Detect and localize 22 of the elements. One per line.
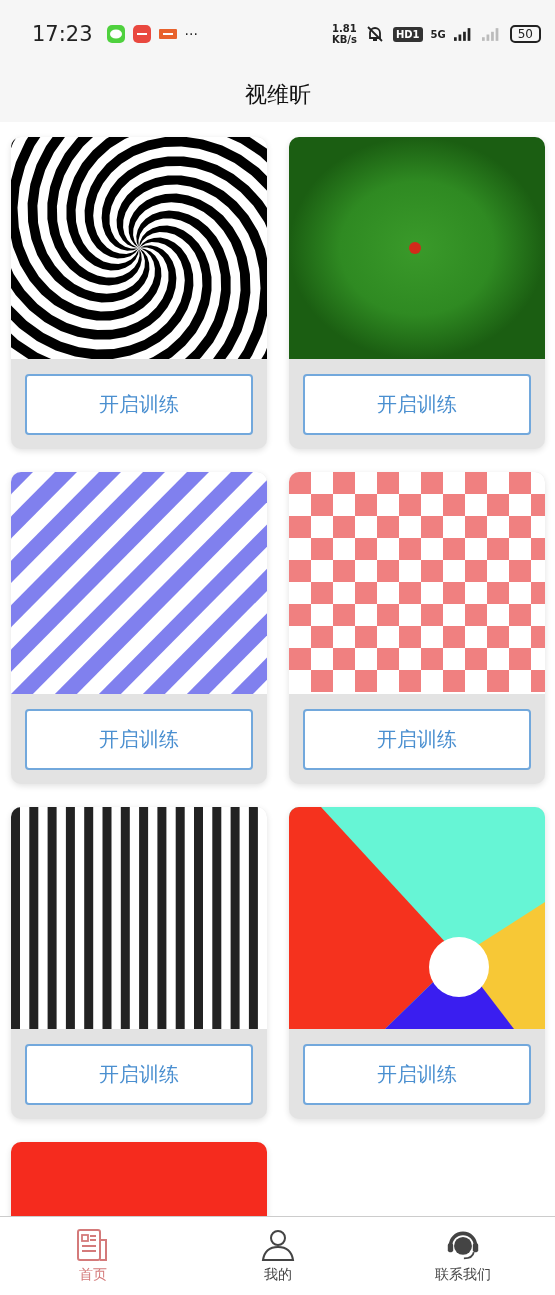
start-training-button[interactable]: 开启训练 <box>25 374 253 435</box>
news-icon <box>75 1228 110 1262</box>
network-speed: 1.81 KB/s <box>331 23 357 45</box>
muted-bell-icon <box>364 24 385 44</box>
tab-item[interactable]: 联系我们 <box>370 1217 555 1295</box>
news-app-icon <box>158 29 177 39</box>
app-icon <box>132 25 151 43</box>
start-training-button[interactable]: 开启训练 <box>303 1044 531 1105</box>
network-type: 5G <box>430 28 446 40</box>
status-time: 17:23 <box>32 22 93 46</box>
tab-item[interactable]: 我的 <box>185 1217 370 1295</box>
page-title: 视维昕 <box>244 81 311 109</box>
chat-app-icon <box>106 25 125 43</box>
battery-indicator: 50 <box>509 25 541 43</box>
more-notifications: ··· <box>184 26 198 42</box>
hd-badge: HD1 <box>392 26 423 42</box>
start-training-button[interactable]: 开启训练 <box>303 374 531 435</box>
person-icon <box>260 1228 295 1262</box>
tab-item[interactable]: 首页 <box>0 1217 185 1295</box>
start-training-button[interactable]: 开启训练 <box>25 709 253 770</box>
start-training-button[interactable]: 开启训练 <box>303 709 531 770</box>
start-training-button[interactable]: 开启训练 <box>25 1044 253 1105</box>
